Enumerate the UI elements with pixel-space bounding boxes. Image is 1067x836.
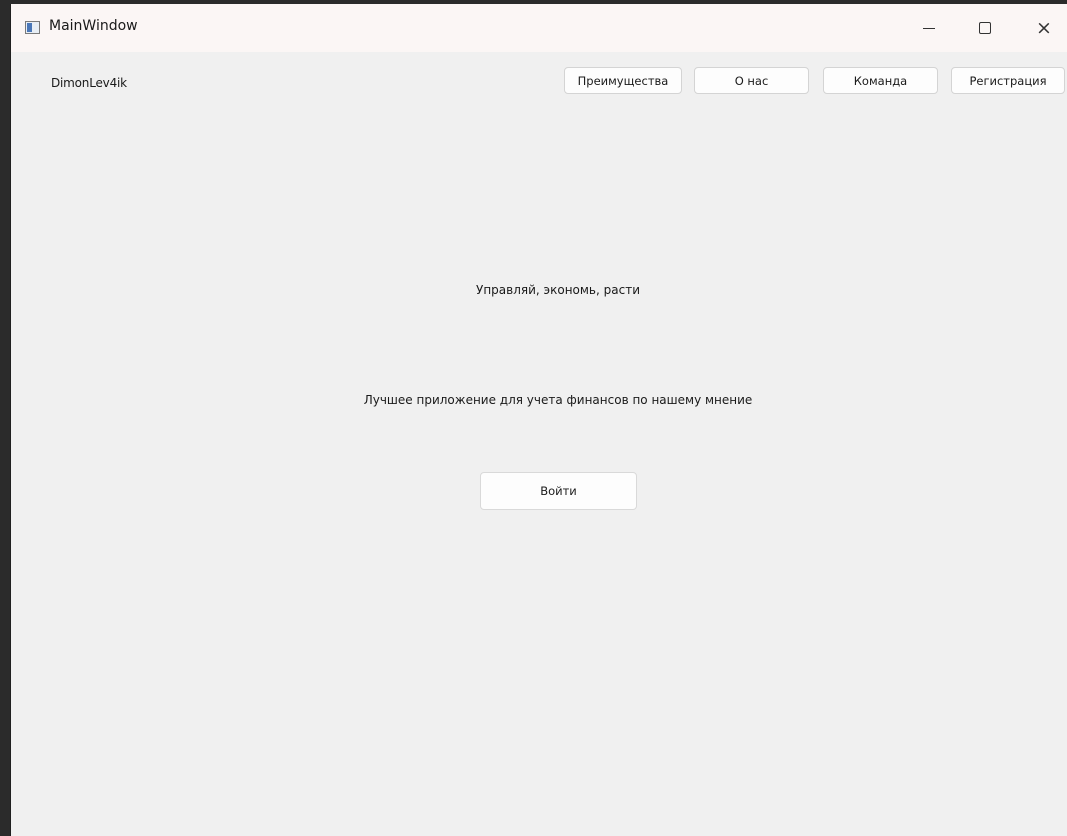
about-button[interactable]: О нас [694,67,809,94]
brand-label: DimonLev4ik [51,76,127,90]
minimize-icon [923,27,935,29]
main-window: MainWindow × DimonLev4ik Преимущества О … [10,4,1067,836]
slogan-text: Управляй, экономь, расти [476,283,640,297]
subtitle-text: Лучшее приложение для учета финансов по … [363,393,753,407]
register-button[interactable]: Регистрация [951,67,1065,94]
advantages-button[interactable]: Преимущества [564,67,682,94]
close-button[interactable]: × [1021,12,1067,44]
minimize-button[interactable] [906,12,952,44]
maximize-icon [979,22,991,34]
title-bar[interactable]: MainWindow × [11,4,1067,52]
login-button[interactable]: Войти [480,472,637,510]
window-title: MainWindow [49,18,138,34]
maximize-button[interactable] [962,12,1008,44]
close-icon: × [1036,16,1052,39]
app-window-icon [25,21,40,34]
team-button[interactable]: Команда [823,67,938,94]
